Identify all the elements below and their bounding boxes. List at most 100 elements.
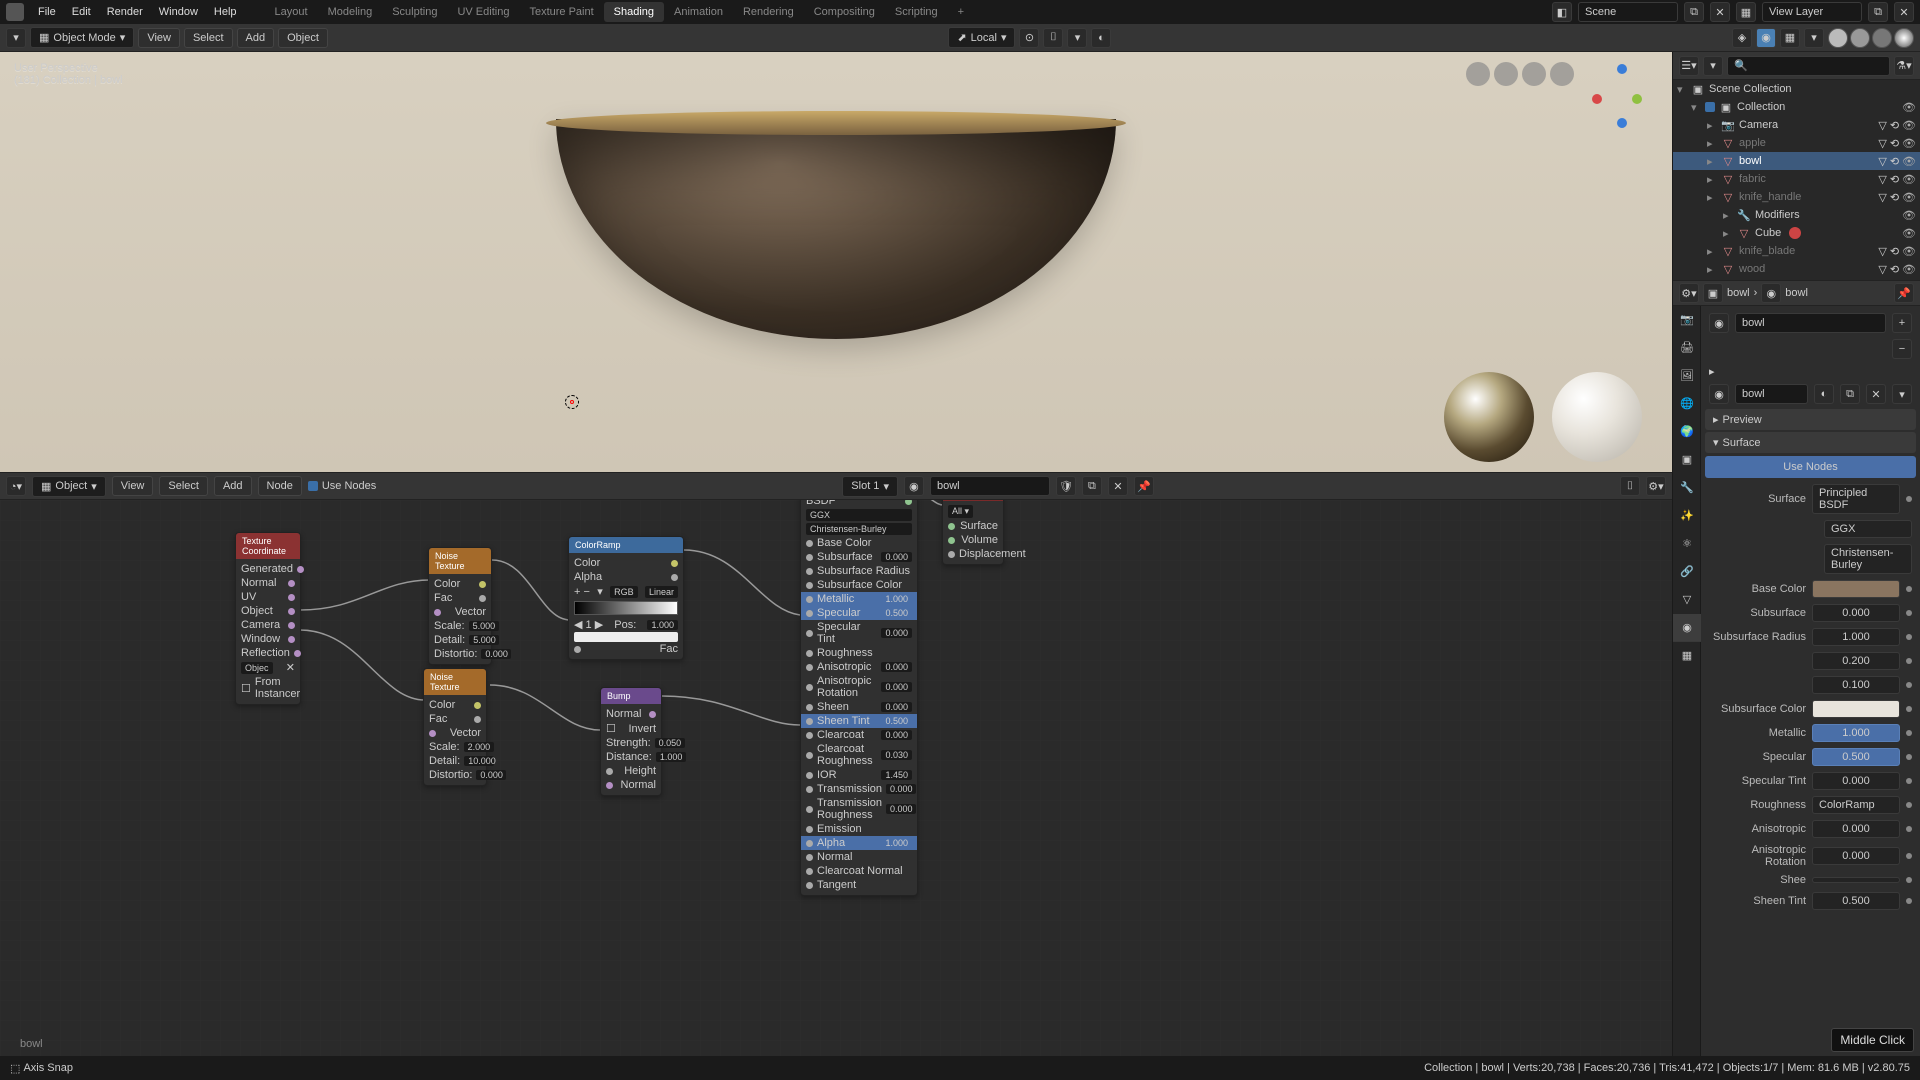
wireframe-icon[interactable] <box>1828 28 1848 48</box>
bsdf-row[interactable]: Specular0.500 <box>801 606 917 620</box>
prop-row-shee[interactable]: Shee <box>1705 871 1916 889</box>
node-header[interactable]: Noise Texture <box>424 669 486 695</box>
section-surface[interactable]: ▾Surface <box>1705 432 1916 453</box>
overlay-toggle-icon[interactable]: ◉ <box>1756 28 1776 48</box>
tab-material-icon[interactable]: ◉ <box>1673 614 1701 642</box>
shading-dd-icon[interactable]: ▾ <box>1804 28 1824 48</box>
bsdf-row[interactable]: Transmission Roughness0.000 <box>806 796 912 822</box>
prop-row-sheen-tint[interactable]: Sheen Tint0.500 <box>1705 889 1916 913</box>
menu-edit[interactable]: Edit <box>64 2 99 22</box>
view-menu[interactable]: View <box>138 28 180 48</box>
node-node-menu[interactable]: Node <box>258 476 302 496</box>
node-opts-icon[interactable]: ⚙▾ <box>1646 476 1666 496</box>
prop-row-metallic[interactable]: Metallic1.000 <box>1705 721 1916 745</box>
persp-icon[interactable] <box>1550 62 1574 86</box>
tab-rendering[interactable]: Rendering <box>733 2 804 22</box>
tree-item-wood[interactable]: ▸▽wood▽⟲👁 <box>1673 260 1920 278</box>
surface-shader-dropdown[interactable]: Principled BSDF <box>1812 484 1900 514</box>
scene-del-icon[interactable]: ✕ <box>1710 2 1730 22</box>
mat-fake-icon[interactable]: 🛡 <box>1056 476 1076 496</box>
node-noise-texture-2[interactable]: Noise Texture Color Fac Vector Scale:2.0… <box>423 668 487 786</box>
tab-shading[interactable]: Shading <box>604 2 664 22</box>
tab-world-icon[interactable]: 🌍 <box>1673 418 1701 446</box>
prop-row-roughness[interactable]: RoughnessColorRamp <box>1705 793 1916 817</box>
tab-animation[interactable]: Animation <box>664 2 733 22</box>
snap-opts-icon[interactable]: ▾ <box>1067 28 1087 48</box>
editor-type-icon[interactable]: ▾ <box>6 28 26 48</box>
mat-new-icon[interactable]: ⧉ <box>1082 476 1102 496</box>
prop-row-sub[interactable]: 0.100 <box>1705 673 1916 697</box>
mat-unlink-icon[interactable]: ✕ <box>1108 476 1128 496</box>
3d-viewport[interactable]: User Perspective (181) Collection | bowl <box>0 52 1672 472</box>
tab-texpaint[interactable]: Texture Paint <box>519 2 603 22</box>
prop-row-sub[interactable]: 0.200 <box>1705 649 1916 673</box>
pivot-icon[interactable]: ⊙ <box>1019 28 1039 48</box>
node-header[interactable]: Bump <box>601 688 661 704</box>
axis-y-icon[interactable] <box>1632 94 1642 104</box>
node-select-menu[interactable]: Select <box>159 476 208 496</box>
axis-x-icon[interactable] <box>1592 94 1602 104</box>
menu-render[interactable]: Render <box>99 2 151 22</box>
mat-browse2-icon[interactable]: ◉ <box>1709 384 1729 404</box>
axis-neg-z-icon[interactable] <box>1617 118 1627 128</box>
dist-dropdown[interactable]: GGX <box>1824 520 1912 538</box>
prop-row-subsurface-radius[interactable]: Subsurface Radius1.000 <box>1705 625 1916 649</box>
bsdf-row[interactable]: Subsurface0.000 <box>806 550 912 564</box>
prop-row-specular[interactable]: Specular0.500 <box>1705 745 1916 769</box>
ramp-color[interactable] <box>574 632 678 642</box>
bsdf-row[interactable]: Sheen0.000 <box>806 700 912 714</box>
bsdf-row[interactable]: Clearcoat Roughness0.030 <box>806 742 912 768</box>
node-header[interactable]: ColorRamp <box>569 537 683 553</box>
mat-del-icon[interactable]: ✕ <box>1866 384 1886 404</box>
tab-add[interactable]: + <box>948 2 974 22</box>
select-menu[interactable]: Select <box>184 28 233 48</box>
blender-logo-icon[interactable] <box>6 3 24 21</box>
bsdf-row[interactable]: IOR1.450 <box>806 768 912 782</box>
viewlayer-field[interactable]: View Layer <box>1762 2 1862 22</box>
prop-edit-icon[interactable]: ◐ <box>1091 28 1111 48</box>
tab-constraint-icon[interactable]: 🔗 <box>1673 558 1701 586</box>
ramp-gradient[interactable] <box>574 601 678 615</box>
tree-item-camera[interactable]: ▸📷Camera▽⟲👁 <box>1673 116 1920 134</box>
object-menu[interactable]: Object <box>278 28 328 48</box>
viewlayer-icon[interactable]: ▦ <box>1736 2 1756 22</box>
nav-gizmo[interactable] <box>1592 64 1652 164</box>
camera-icon[interactable] <box>1522 62 1546 86</box>
tree-collection[interactable]: ▾▣Collection👁 <box>1673 98 1920 116</box>
node-view-menu[interactable]: View <box>112 476 154 496</box>
outliner-search[interactable]: 🔍 <box>1727 56 1890 76</box>
bsdf-row[interactable]: Specular Tint0.000 <box>806 620 912 646</box>
tab-object-icon[interactable]: ▣ <box>1673 446 1701 474</box>
mat-name-field[interactable]: bowl <box>1735 384 1808 404</box>
scene-icon[interactable]: ◧ <box>1552 2 1572 22</box>
node-colorramp[interactable]: ColorRamp Color Alpha + −▾RGBLinear ◀ 1 … <box>568 536 684 660</box>
outliner-filter-icon[interactable]: ⚗▾ <box>1894 56 1914 76</box>
tree-item-cube[interactable]: ▸▽Cube👁 <box>1673 224 1920 242</box>
tab-particle-icon[interactable]: ✨ <box>1673 502 1701 530</box>
tab-modifier-icon[interactable]: 🔧 <box>1673 474 1701 502</box>
prop-row-base-color[interactable]: Base Color <box>1705 577 1916 601</box>
mat-slot-icon[interactable]: ◉ <box>1709 313 1729 333</box>
tree-item-bowl[interactable]: ▸▽bowl▽⟲👁 <box>1673 152 1920 170</box>
outliner-display-icon[interactable]: ▾ <box>1703 56 1723 76</box>
bsdf-row[interactable]: Clearcoat0.000 <box>806 728 912 742</box>
pan-icon[interactable] <box>1494 62 1518 86</box>
bsdf-row[interactable]: Tangent <box>806 878 912 892</box>
orientation-dropdown[interactable]: ⬈Local▾ <box>948 27 1015 48</box>
zoom-icon[interactable] <box>1466 62 1490 86</box>
menu-window[interactable]: Window <box>151 2 206 22</box>
bsdf-row[interactable]: Anisotropic Rotation0.000 <box>806 674 912 700</box>
tree-item-fabric[interactable]: ▸▽fabric▽⟲👁 <box>1673 170 1920 188</box>
add-menu[interactable]: Add <box>237 28 275 48</box>
tab-uv[interactable]: UV Editing <box>447 2 519 22</box>
tab-sculpting[interactable]: Sculpting <box>382 2 447 22</box>
tree-item-modifiers[interactable]: ▸🔧Modifiers👁 <box>1673 206 1920 224</box>
overlay-icon[interactable]: ◈ <box>1732 28 1752 48</box>
node-header[interactable]: Noise Texture <box>429 548 491 574</box>
mat-users-icon[interactable]: ◐ <box>1814 384 1834 404</box>
bsdf-row[interactable]: Transmission0.000 <box>806 782 912 796</box>
node-noise-texture-1[interactable]: Noise Texture Color Fac Vector Scale:5.0… <box>428 547 492 665</box>
bsdf-row[interactable]: Clearcoat Normal <box>806 864 912 878</box>
outliner[interactable]: ▾▣Scene Collection ▾▣Collection👁 ▸📷Camer… <box>1673 80 1920 280</box>
axis-z-icon[interactable] <box>1617 64 1627 74</box>
